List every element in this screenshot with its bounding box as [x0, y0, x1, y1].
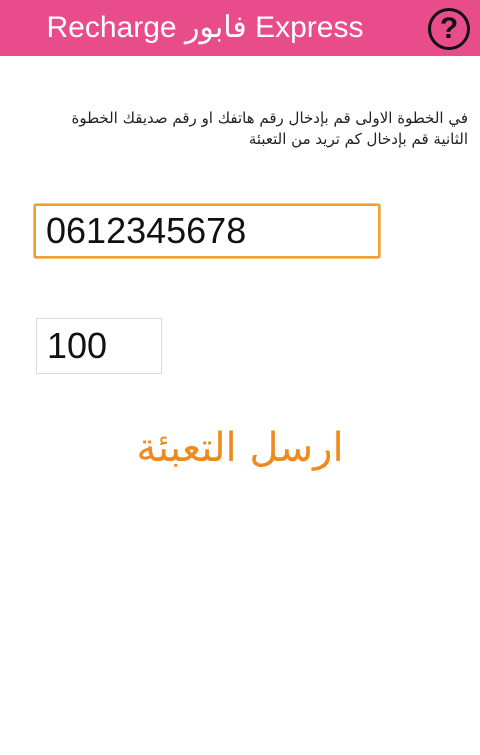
instructions-text: في الخطوة الاولى قم بإدخال رقم هاتفك او … — [71, 109, 468, 148]
amount-input[interactable] — [36, 318, 162, 374]
phone-number-input[interactable] — [34, 204, 380, 258]
send-recharge-button[interactable]: ارسل التعبئة — [120, 418, 360, 478]
app-header: Recharge فابور Express ? — [0, 0, 480, 56]
help-icon[interactable]: ? — [428, 8, 470, 50]
app-screen: Recharge فابور Express ? في الخطوة الاول… — [0, 0, 480, 755]
app-title: Recharge فابور Express — [46, 11, 364, 44]
